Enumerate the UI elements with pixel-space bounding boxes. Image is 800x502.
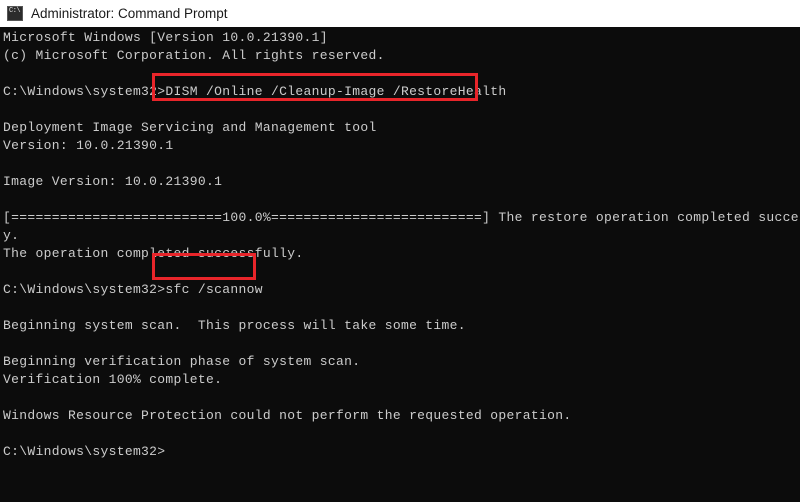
terminal-output-area[interactable]: Microsoft Windows [Version 10.0.21390.1]… bbox=[0, 27, 800, 502]
console-text: Microsoft Windows [Version 10.0.21390.1]… bbox=[3, 30, 800, 459]
window-title: Administrator: Command Prompt bbox=[31, 6, 228, 21]
command-prompt-icon-glyph: C:\ bbox=[9, 7, 21, 15]
command-prompt-icon: C:\ bbox=[7, 6, 23, 21]
title-bar[interactable]: C:\ Administrator: Command Prompt bbox=[0, 0, 800, 27]
command-prompt-window: C:\ Administrator: Command Prompt Micros… bbox=[0, 0, 800, 502]
